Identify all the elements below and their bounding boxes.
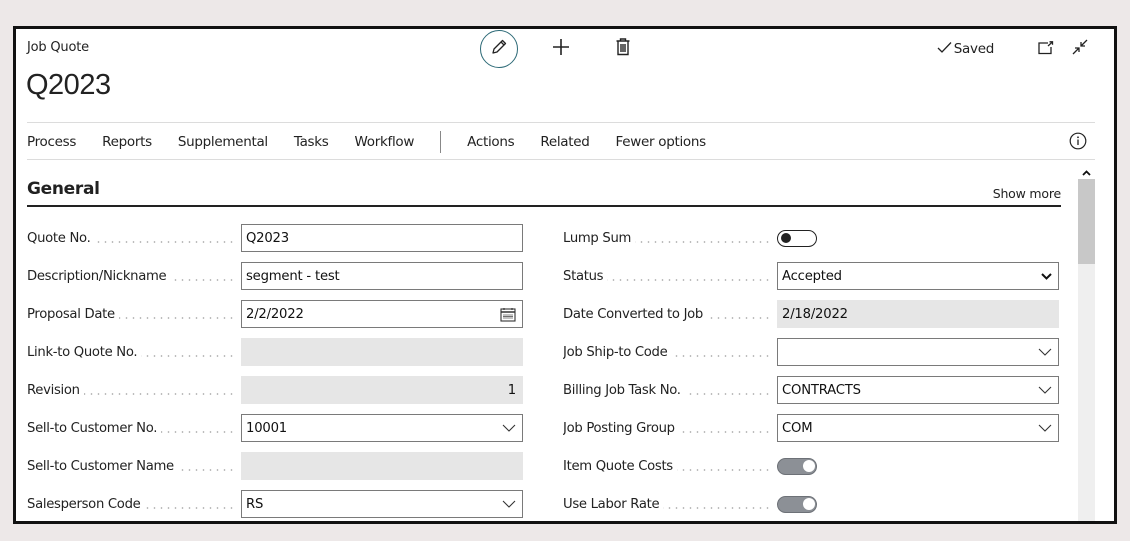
plus-icon <box>552 38 570 60</box>
field-job-ship-to-code: Job Ship-to Code <box>563 338 1059 366</box>
scroll-thumb[interactable] <box>1078 179 1095 264</box>
menu-divider <box>27 159 1095 160</box>
description-input[interactable]: segment - test <box>241 262 523 290</box>
field-label: Job Posting Group <box>563 420 777 436</box>
billing-job-task-no-input[interactable]: CONTRACTS <box>777 376 1059 404</box>
menu-reports[interactable]: Reports <box>102 134 152 150</box>
checkmark-icon <box>937 41 954 58</box>
menu-related[interactable]: Related <box>540 134 589 150</box>
chevron-down-icon[interactable] <box>502 424 516 432</box>
collapse-button[interactable] <box>1068 37 1092 61</box>
action-menu-bar: Process Reports Supplemental Tasks Workf… <box>27 123 732 161</box>
field-label: Proposal Date <box>27 306 241 322</box>
pencil-icon <box>490 38 508 60</box>
menu-process[interactable]: Process <box>27 134 76 150</box>
field-label: Date Converted to Job <box>563 306 777 322</box>
field-salesperson-code: Salesperson Code RS <box>27 490 523 518</box>
menu-tasks[interactable]: Tasks <box>294 134 329 150</box>
delete-button[interactable] <box>604 30 642 68</box>
section-underline <box>27 205 1061 207</box>
field-label: Lump Sum <box>563 230 777 246</box>
field-label: Sell-to Customer No. <box>27 420 241 436</box>
show-more-link[interactable]: Show more <box>993 186 1061 201</box>
field-label: Quote No. <box>27 230 241 246</box>
scroll-up-button[interactable] <box>1078 162 1095 179</box>
menu-actions[interactable]: Actions <box>467 134 515 150</box>
field-sell-to-customer-no: Sell-to Customer No. 10001 <box>27 414 523 442</box>
field-label: Status <box>563 268 777 284</box>
field-label: Use Labor Rate <box>563 496 777 512</box>
info-icon[interactable] <box>1069 132 1087 150</box>
calendar-icon[interactable] <box>500 307 516 322</box>
saved-status: Saved <box>937 41 994 58</box>
job-ship-to-code-input[interactable] <box>777 338 1059 366</box>
link-to-quote-no-input <box>241 338 523 366</box>
chevron-down-icon[interactable] <box>1038 348 1052 356</box>
sell-to-customer-no-input[interactable]: 10001 <box>241 414 523 442</box>
revision-input: 1 <box>241 376 523 404</box>
field-billing-job-task-no: Billing Job Task No. CONTRACTS <box>563 376 1059 404</box>
page-title: Q2023 <box>26 69 111 101</box>
field-label: Job Ship-to Code <box>563 344 777 360</box>
field-label: Item Quote Costs <box>563 458 777 474</box>
vertical-scrollbar[interactable] <box>1078 162 1095 521</box>
open-in-new-window-button[interactable] <box>1034 37 1058 61</box>
field-label: Billing Job Task No. <box>563 382 777 398</box>
open-in-new-window-icon <box>1038 40 1054 59</box>
field-label: Link-to Quote No. <box>27 344 241 360</box>
collapse-icon <box>1072 39 1088 59</box>
menu-fewer-options[interactable]: Fewer options <box>616 134 707 150</box>
menu-workflow[interactable]: Workflow <box>355 134 415 150</box>
edit-button[interactable] <box>480 30 518 68</box>
job-quote-page: Job Quote Q2023 Saved Process Reports Su… <box>13 26 1117 524</box>
trash-icon <box>615 38 631 60</box>
chevron-down-icon[interactable] <box>1038 386 1052 394</box>
header-actions <box>480 29 642 69</box>
field-label: Revision <box>27 382 241 398</box>
field-label: Sell-to Customer Name <box>27 458 241 474</box>
sell-to-customer-name-input <box>241 452 523 480</box>
field-proposal-date: Proposal Date 2/2/2022 <box>27 300 523 328</box>
new-button[interactable] <box>542 30 580 68</box>
field-revision: Revision 1 <box>27 376 523 404</box>
field-item-quote-costs: Item Quote Costs <box>563 452 817 480</box>
lump-sum-toggle[interactable] <box>777 229 817 247</box>
item-quote-costs-toggle[interactable] <box>777 457 817 475</box>
chevron-down-icon[interactable] <box>502 500 516 508</box>
field-label: Description/Nickname <box>27 268 241 284</box>
chevron-down-icon[interactable] <box>1038 424 1052 432</box>
field-label: Salesperson Code <box>27 496 241 512</box>
use-labor-rate-toggle[interactable] <box>777 495 817 513</box>
field-job-posting-group: Job Posting Group COM <box>563 414 1059 442</box>
field-status: Status Accepted <box>563 262 1059 290</box>
field-description: Description/Nickname segment - test <box>27 262 523 290</box>
status-select[interactable]: Accepted <box>777 262 1059 290</box>
field-quote-no: Quote No. Q2023 <box>27 224 523 252</box>
quote-no-input[interactable]: Q2023 <box>241 224 523 252</box>
proposal-date-input[interactable]: 2/2/2022 <box>241 300 523 328</box>
field-sell-to-customer-name: Sell-to Customer Name <box>27 452 523 480</box>
saved-label: Saved <box>953 41 995 57</box>
field-use-labor-rate: Use Labor Rate <box>563 490 817 518</box>
menu-supplemental[interactable]: Supplemental <box>178 134 268 150</box>
page-caption: Job Quote <box>27 40 89 55</box>
section-title-general[interactable]: General <box>27 179 100 199</box>
field-link-to-quote-no: Link-to Quote No. <box>27 338 523 366</box>
job-posting-group-input[interactable]: COM <box>777 414 1059 442</box>
date-converted-to-job-input: 2/18/2022 <box>777 300 1059 328</box>
header-right: Saved <box>937 37 1092 61</box>
menu-separator <box>440 131 442 153</box>
chevron-down-icon[interactable] <box>1041 272 1052 280</box>
salesperson-code-input[interactable]: RS <box>241 490 523 518</box>
field-lump-sum: Lump Sum <box>563 224 817 252</box>
field-date-converted-to-job: Date Converted to Job 2/18/2022 <box>563 300 1059 328</box>
chevron-up-icon <box>1082 161 1091 180</box>
